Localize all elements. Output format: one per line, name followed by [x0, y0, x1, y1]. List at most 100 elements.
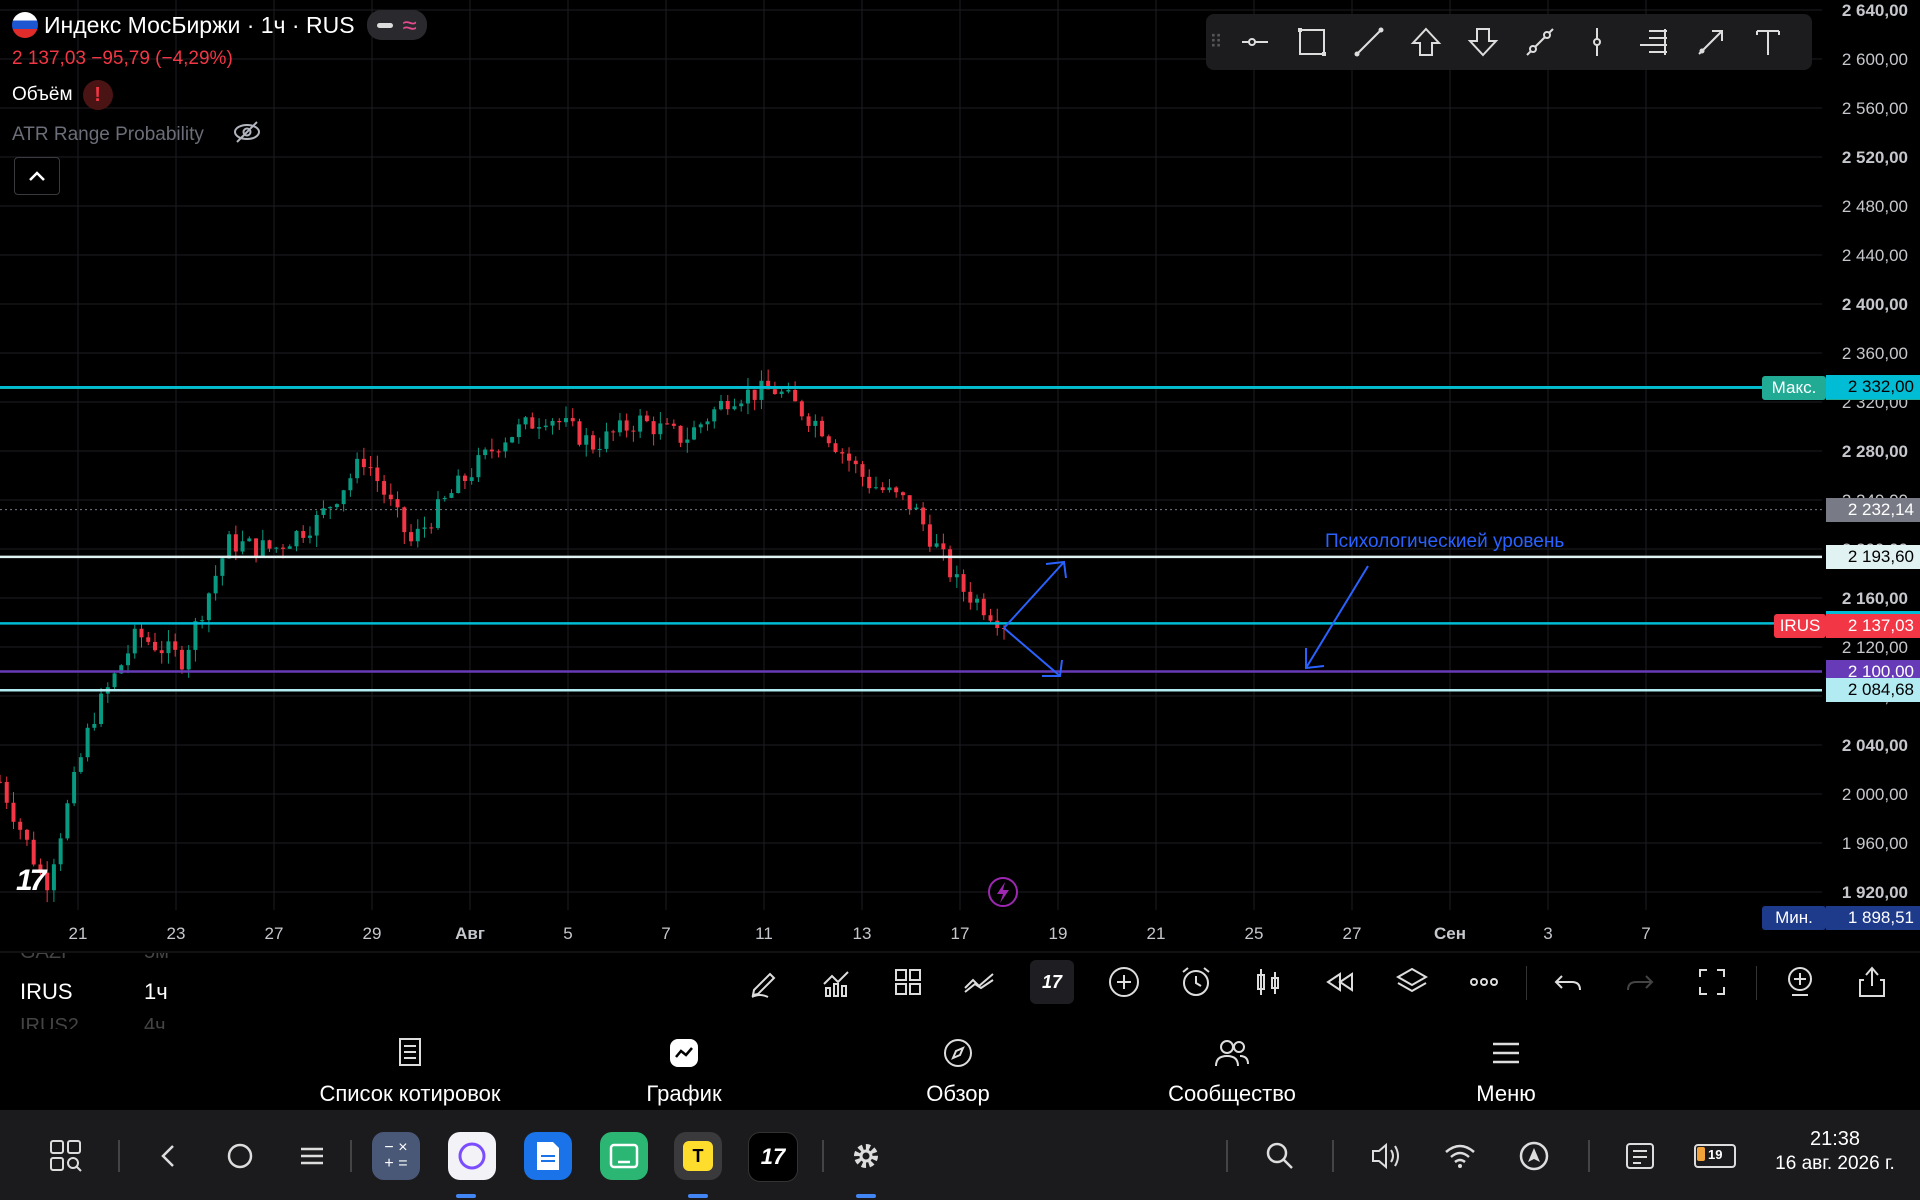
volume-icon[interactable]: [1362, 1132, 1410, 1180]
candle-body: [981, 598, 986, 616]
x-tick-label: 17: [951, 924, 970, 943]
alice-app-icon[interactable]: [448, 1132, 496, 1180]
menu-icon: [1493, 1042, 1519, 1064]
candle-body: [658, 423, 663, 435]
share-icon[interactable]: [1850, 960, 1894, 1004]
parallel-channel-icon[interactable]: [1511, 14, 1568, 70]
candle-body: [813, 420, 818, 426]
undo-icon[interactable]: [1546, 960, 1590, 1004]
candle-body: [880, 487, 885, 491]
list-item[interactable]: IRUS2: [20, 1015, 79, 1029]
arrow-up-icon[interactable]: [1397, 14, 1454, 70]
nav-chart[interactable]: График: [574, 1037, 794, 1107]
docs-app-icon[interactable]: [524, 1132, 572, 1180]
candle-body: [355, 458, 360, 479]
candle-body: [200, 620, 205, 622]
candle-body: [564, 418, 569, 423]
candle-body: [685, 439, 690, 443]
candle-body: [530, 417, 535, 429]
visibility-toggle[interactable]: ≈: [366, 10, 427, 40]
trend-line-icon[interactable]: [1340, 14, 1397, 70]
candle-body: [179, 649, 184, 670]
vertical-line-icon[interactable]: [1568, 14, 1625, 70]
price-tag[interactable]: 2 084,68: [1826, 678, 1920, 703]
tbank-app-icon[interactable]: T: [674, 1132, 722, 1180]
notifications-icon[interactable]: [1616, 1132, 1664, 1180]
price-tag[interactable]: 2 332,00: [1826, 375, 1920, 400]
candle-body: [4, 781, 9, 803]
candle-body: [146, 637, 151, 642]
people-icon: [1215, 1040, 1249, 1067]
fib-retracement-icon[interactable]: [1625, 14, 1682, 70]
atr-indicator[interactable]: ATR Range Probability: [12, 120, 262, 150]
arrow-line-icon[interactable]: [1682, 14, 1739, 70]
price-change: 2 137,03 −95,79 (−4,29%): [12, 48, 233, 69]
fullscreen-icon[interactable]: [1690, 960, 1734, 1004]
recents-icon[interactable]: [288, 1132, 336, 1180]
more-icon[interactable]: [1462, 960, 1506, 1004]
nav-overview[interactable]: Обзор: [848, 1037, 1068, 1107]
candle-body: [671, 423, 676, 426]
collapse-legend-button[interactable]: [14, 157, 60, 195]
candle-body: [705, 421, 710, 425]
nav-watchlist[interactable]: Список котировок: [300, 1037, 520, 1107]
volume-indicator[interactable]: Объём !: [12, 80, 113, 110]
candle-body: [570, 418, 575, 422]
error-icon[interactable]: !: [82, 80, 113, 110]
layers-icon[interactable]: [1390, 960, 1434, 1004]
tradingview-button-icon[interactable]: 17: [1030, 960, 1074, 1004]
candle-body: [900, 492, 905, 496]
candle-body: [550, 420, 555, 426]
screen-recorder-app-icon[interactable]: [600, 1132, 648, 1180]
settings-gear-icon[interactable]: [842, 1132, 890, 1180]
candle-body: [779, 391, 784, 395]
price-tag[interactable]: 2 232,14: [1826, 497, 1920, 522]
tradingview-app-icon[interactable]: 17: [748, 1132, 798, 1182]
location-icon[interactable]: [1510, 1132, 1558, 1180]
home-icon[interactable]: [216, 1132, 264, 1180]
arrow-down-icon[interactable]: [1454, 14, 1511, 70]
app-drawer-icon[interactable]: [42, 1132, 90, 1180]
nav-menu[interactable]: Меню: [1396, 1037, 1616, 1107]
candles-icon[interactable]: [1246, 960, 1290, 1004]
add-circle-icon[interactable]: [1102, 960, 1146, 1004]
candle-body: [328, 507, 333, 509]
candle-body: [516, 424, 521, 438]
price-chart[interactable]: 2 640,00 2 600,00 2 560,00 2 520,00 2 480,00…: [0, 0, 1920, 953]
rectangle-icon[interactable]: [1283, 14, 1340, 70]
replay-icon[interactable]: [1318, 960, 1362, 1004]
wifi-icon[interactable]: [1436, 1132, 1484, 1180]
candle-body: [604, 431, 609, 449]
clock[interactable]: 21:38 16 авг. 2026 г.: [1760, 1128, 1910, 1175]
candle-body: [631, 430, 636, 432]
clock-date: 16 авг. 2026 г.: [1775, 1153, 1895, 1174]
price-tag[interactable]: 2 137,03: [1826, 614, 1920, 639]
calculator-app-icon[interactable]: − × + =: [372, 1132, 420, 1180]
indicators-icon[interactable]: [814, 960, 858, 1004]
price-tag[interactable]: 1 898,51: [1826, 906, 1920, 931]
candle-body: [806, 416, 811, 426]
list-item[interactable]: IRUS: [20, 979, 73, 1005]
chart-legend-title[interactable]: Индекс МосБиржи · 1ч · RUS ≈: [12, 10, 427, 40]
drag-handle-icon[interactable]: ⠿: [1206, 32, 1226, 53]
x-tick-label: 23: [167, 924, 186, 943]
horizontal-ray-icon[interactable]: [1226, 14, 1283, 70]
back-icon[interactable]: [144, 1132, 192, 1180]
pencil-draw-icon[interactable]: [742, 960, 786, 1004]
alarm-icon[interactable]: [1174, 960, 1218, 1004]
candle-body: [166, 641, 171, 654]
eye-off-icon[interactable]: [232, 120, 262, 150]
candle-body: [847, 453, 852, 461]
add-alert-icon[interactable]: [1778, 960, 1822, 1004]
nav-community[interactable]: Сообщество: [1122, 1037, 1342, 1107]
search-icon[interactable]: [1256, 1132, 1304, 1180]
candle-body: [483, 449, 488, 456]
x-tick-label: 19: [1049, 924, 1068, 943]
price-tag[interactable]: 2 193,60: [1826, 544, 1920, 569]
layout-grid-icon[interactable]: [886, 960, 930, 1004]
redo-icon[interactable]: [1618, 960, 1662, 1004]
list-item[interactable]: GAZP: [20, 953, 74, 964]
text-tool-icon[interactable]: [1739, 14, 1796, 70]
symbol-list[interactable]: GAZP 5м IRUS 1ч IRUS2 4ч: [0, 953, 260, 1029]
compare-icon[interactable]: [958, 960, 1002, 1004]
